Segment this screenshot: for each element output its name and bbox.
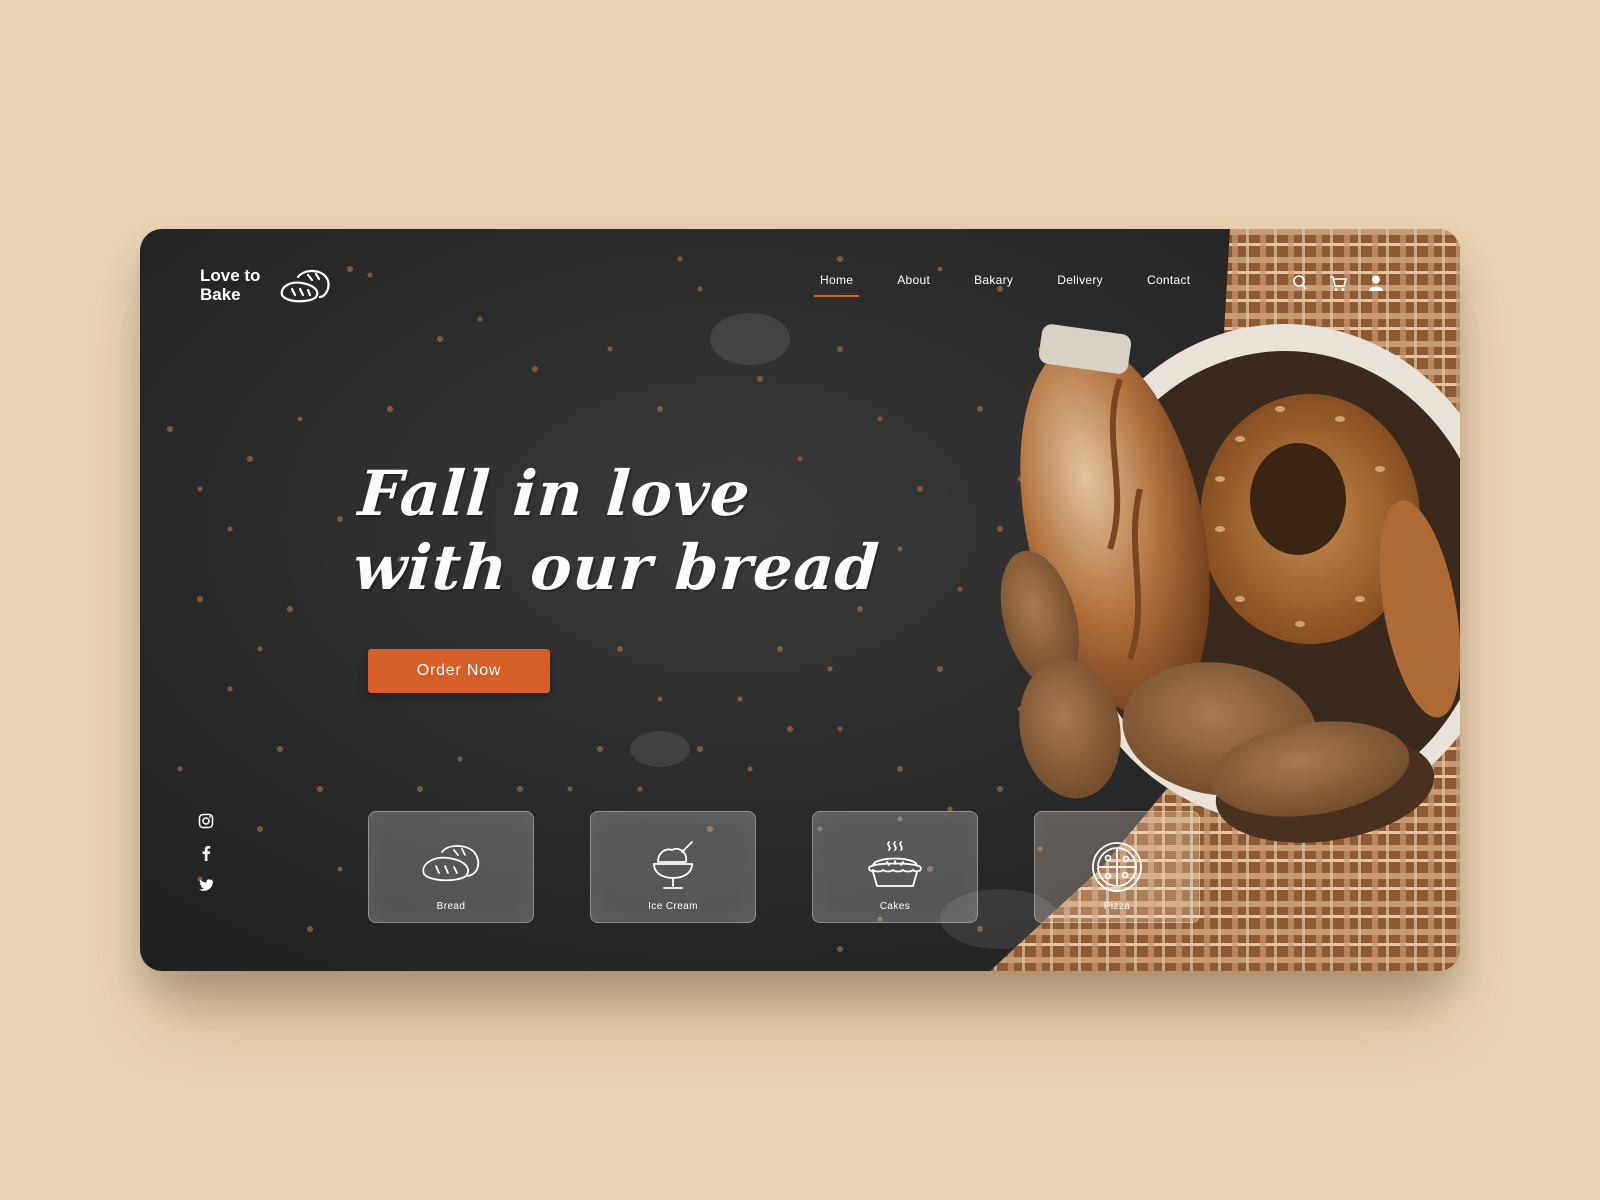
category-cakes[interactable]: Cakes: [812, 811, 978, 923]
category-list: Bread Ice Cream Cakes Pizza: [368, 811, 1200, 923]
pizza-icon: [1092, 842, 1142, 892]
nav-about[interactable]: About: [897, 269, 930, 297]
brand-line2: Bake: [200, 285, 241, 304]
nav-bakary[interactable]: Bakary: [974, 269, 1013, 297]
instagram-icon[interactable]: [198, 813, 214, 831]
nav-home[interactable]: Home: [813, 269, 860, 297]
brand-line1: Love to: [200, 266, 261, 285]
category-label: Bread: [436, 901, 466, 912]
order-now-button[interactable]: Order Now: [368, 649, 550, 693]
pie-icon: [868, 841, 922, 887]
user-icon[interactable]: [1366, 273, 1386, 293]
cart-icon[interactable]: [1328, 273, 1348, 293]
nav-icons: [1290, 273, 1386, 293]
hero-headline: Fall in love with our bread: [351, 457, 887, 605]
category-label: Ice Cream: [648, 901, 698, 912]
hero-headline-line2: with our bread: [350, 531, 882, 604]
main-nav: Home About Bakary Delivery Contact: [813, 269, 1234, 297]
brand-name: Love to Bake: [200, 266, 272, 304]
bread-icon: [422, 845, 480, 882]
category-ice-cream[interactable]: Ice Cream: [590, 811, 756, 923]
hero-card: Love to Bake Home About Bakary Delivery …: [140, 229, 1460, 971]
category-pizza[interactable]: Pizza: [1034, 811, 1200, 923]
bread-icon: [280, 269, 330, 303]
social-links: [198, 813, 214, 895]
nav-delivery[interactable]: Delivery: [1057, 269, 1103, 297]
brand-logo[interactable]: Love to Bake: [200, 265, 332, 305]
twitter-icon[interactable]: [198, 877, 214, 895]
facebook-icon[interactable]: [198, 845, 214, 863]
hero-headline-line1: Fall in love: [356, 457, 754, 530]
category-bread[interactable]: Bread: [368, 811, 534, 923]
category-label: Pizza: [1103, 901, 1131, 912]
ice-cream-icon: [653, 841, 693, 889]
search-icon[interactable]: [1290, 273, 1310, 293]
category-label: Cakes: [879, 901, 911, 912]
nav-contact[interactable]: Contact: [1147, 269, 1190, 297]
